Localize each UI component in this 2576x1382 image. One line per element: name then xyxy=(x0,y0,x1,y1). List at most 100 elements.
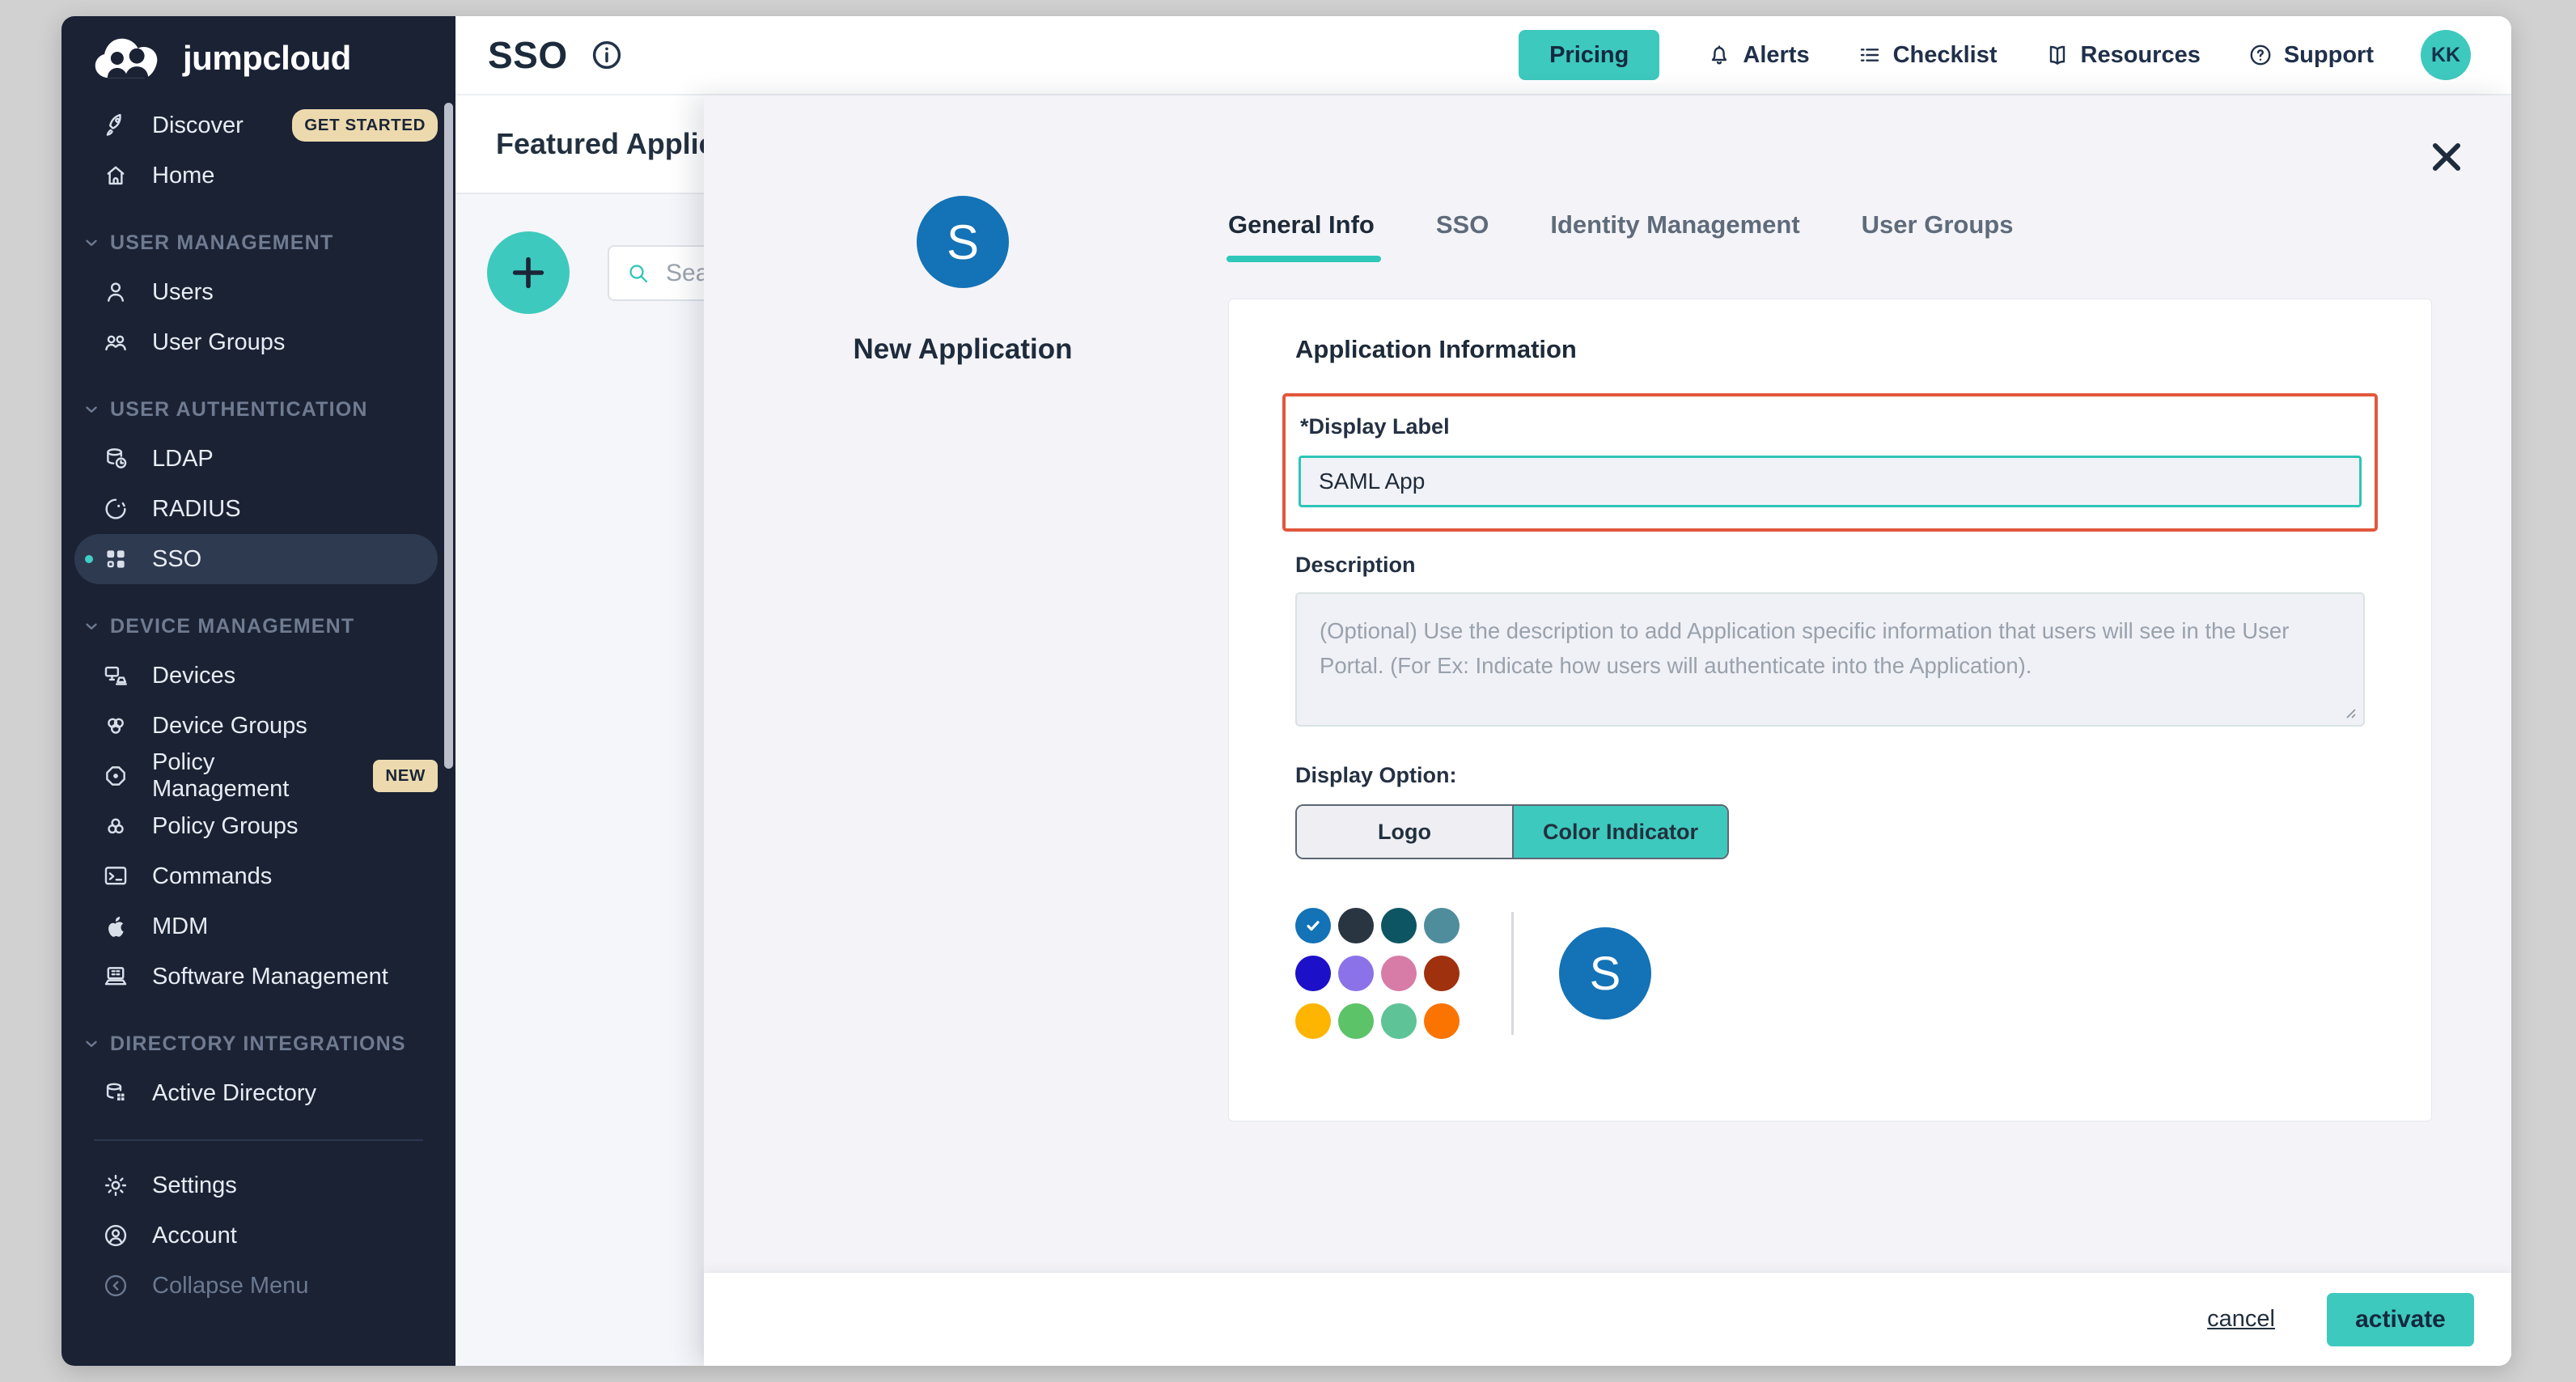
tab-sso[interactable]: SSO xyxy=(1436,210,1489,257)
user-icon xyxy=(102,278,129,306)
tab-general-info[interactable]: General Info xyxy=(1228,210,1375,257)
tab-identity-management[interactable]: Identity Management xyxy=(1550,210,1799,257)
question-circle-icon xyxy=(2248,42,2273,68)
devices-icon xyxy=(102,662,129,689)
home-icon xyxy=(102,162,129,189)
add-application-button[interactable] xyxy=(487,231,570,314)
color-swatch[interactable] xyxy=(1381,908,1417,943)
sidebar-section-user-authentication[interactable]: USER AUTHENTICATION xyxy=(74,392,439,427)
display-label-highlight-box: *Display Label xyxy=(1282,393,2378,532)
octagon-dot-icon xyxy=(102,762,129,790)
jumpcloud-logo[interactable]: jumpcloud xyxy=(61,16,455,100)
color-swatch[interactable] xyxy=(1381,1003,1417,1039)
sidebar-scrollbar[interactable] xyxy=(444,103,453,769)
sidebar-item-label: Account xyxy=(152,1223,237,1249)
activate-button[interactable]: activate xyxy=(2327,1293,2474,1346)
user-group-icon xyxy=(102,329,129,356)
sidebar-section-user-management[interactable]: USER MANAGEMENT xyxy=(74,225,439,261)
rocket-icon xyxy=(102,112,129,139)
radar-icon xyxy=(102,495,129,523)
color-swatch[interactable] xyxy=(1424,908,1460,943)
support-button[interactable]: Support xyxy=(2248,42,2374,69)
color-swatch[interactable] xyxy=(1338,956,1374,991)
description-label: Description xyxy=(1295,553,2365,578)
description-textarea[interactable] xyxy=(1295,592,2365,727)
color-indicator-option[interactable]: Color Indicator xyxy=(1512,806,1727,858)
application-identity: S New Application xyxy=(704,196,1222,366)
sidebar-item-ldap[interactable]: LDAP xyxy=(74,434,438,484)
sidebar-item-devices[interactable]: Devices xyxy=(74,651,438,701)
sidebar-item-label: Policy Management xyxy=(152,749,350,803)
sidebar-item-users[interactable]: Users xyxy=(74,267,438,317)
description-field-wrap xyxy=(1295,592,2365,731)
sidebar-item-user-groups[interactable]: User Groups xyxy=(74,317,438,367)
terminal-icon xyxy=(102,863,129,890)
sidebar-item-label: SSO xyxy=(152,546,201,573)
checklist-button[interactable]: Checklist xyxy=(1857,42,1998,69)
gear-icon xyxy=(102,1172,129,1199)
sidebar-item-discover[interactable]: Discover GET STARTED xyxy=(74,100,438,150)
jumpcloud-cloud-icon xyxy=(92,34,170,83)
color-swatch[interactable] xyxy=(1381,956,1417,991)
sidebar-item-software-management[interactable]: Software Management xyxy=(74,952,438,1002)
color-swatch[interactable] xyxy=(1338,908,1374,943)
color-swatch-selected[interactable] xyxy=(1295,908,1331,943)
sidebar-item-radius[interactable]: RADIUS xyxy=(74,484,438,534)
sidebar-item-label: Policy Groups xyxy=(152,813,299,840)
logo-wordmark: jumpcloud xyxy=(183,39,351,78)
app-window: jumpcloud Discover GET STARTED Home USER… xyxy=(61,16,2511,1366)
color-swatch[interactable] xyxy=(1338,1003,1374,1039)
user-avatar[interactable]: KK xyxy=(2421,30,2471,80)
cancel-button[interactable]: cancel xyxy=(2207,1306,2275,1333)
search-icon xyxy=(625,261,651,286)
sidebar-item-device-groups[interactable]: Device Groups xyxy=(74,701,438,751)
color-swatch[interactable] xyxy=(1424,1003,1460,1039)
database-clock-icon xyxy=(102,445,129,473)
vertical-divider xyxy=(1511,912,1514,1035)
sidebar-item-account[interactable]: Account xyxy=(74,1210,438,1261)
sidebar-section-directory-integrations[interactable]: DIRECTORY INTEGRATIONS xyxy=(74,1026,439,1062)
sidebar-item-label: RADIUS xyxy=(152,496,241,523)
display-option-label: Display Option: xyxy=(1295,763,2365,788)
info-icon[interactable] xyxy=(589,37,625,73)
apple-icon xyxy=(102,913,129,940)
bell-icon xyxy=(1706,42,1732,68)
sidebar-item-collapse-menu[interactable]: Collapse Menu xyxy=(74,1261,438,1311)
sidebar-divider xyxy=(94,1139,423,1141)
sidebar-section-device-management[interactable]: DEVICE MANAGEMENT xyxy=(74,608,439,644)
pricing-button[interactable]: Pricing xyxy=(1519,30,1659,80)
alerts-button[interactable]: Alerts xyxy=(1706,42,1809,69)
section-title: Featured Applica xyxy=(496,127,731,161)
header-actions: Pricing Alerts Checklist Resources Suppo… xyxy=(1519,30,2471,80)
sidebar-item-policy-management[interactable]: Policy Management NEW xyxy=(74,751,438,801)
get-started-badge: GET STARTED xyxy=(292,109,438,142)
application-avatar: S xyxy=(917,196,1009,288)
plus-icon xyxy=(506,250,551,295)
display-label-input[interactable] xyxy=(1299,456,2362,507)
color-swatch[interactable] xyxy=(1424,956,1460,991)
sidebar-item-label: Active Directory xyxy=(152,1080,316,1107)
open-book-icon xyxy=(2044,42,2070,68)
sidebar-item-label: LDAP xyxy=(152,446,214,473)
color-swatch[interactable] xyxy=(1295,1003,1331,1039)
active-indicator-dot xyxy=(85,555,93,563)
sidebar-item-sso[interactable]: SSO xyxy=(74,534,438,584)
main-area: SSO Pricing Alerts Checklist Resources xyxy=(455,16,2511,1366)
resources-button[interactable]: Resources xyxy=(2044,42,2201,69)
sidebar-item-policy-groups[interactable]: Policy Groups xyxy=(74,801,438,851)
close-icon[interactable] xyxy=(2424,134,2469,180)
tab-user-groups[interactable]: User Groups xyxy=(1862,210,2014,257)
sidebar-item-commands[interactable]: Commands xyxy=(74,851,438,901)
top-header: SSO Pricing Alerts Checklist Resources xyxy=(455,16,2511,95)
policy-cluster-icon xyxy=(102,812,129,840)
sidebar-item-label: Settings xyxy=(152,1172,237,1199)
sidebar-item-settings[interactable]: Settings xyxy=(74,1160,438,1210)
sidebar-item-label: Discover xyxy=(152,112,244,139)
chevron-down-icon xyxy=(83,617,100,635)
color-swatch[interactable] xyxy=(1295,956,1331,991)
logo-option[interactable]: Logo xyxy=(1297,806,1512,858)
display-label-label: *Display Label xyxy=(1300,414,2362,439)
sidebar-item-active-directory[interactable]: Active Directory xyxy=(74,1068,438,1118)
sidebar-item-mdm[interactable]: MDM xyxy=(74,901,438,952)
sidebar-item-home[interactable]: Home xyxy=(74,150,438,201)
